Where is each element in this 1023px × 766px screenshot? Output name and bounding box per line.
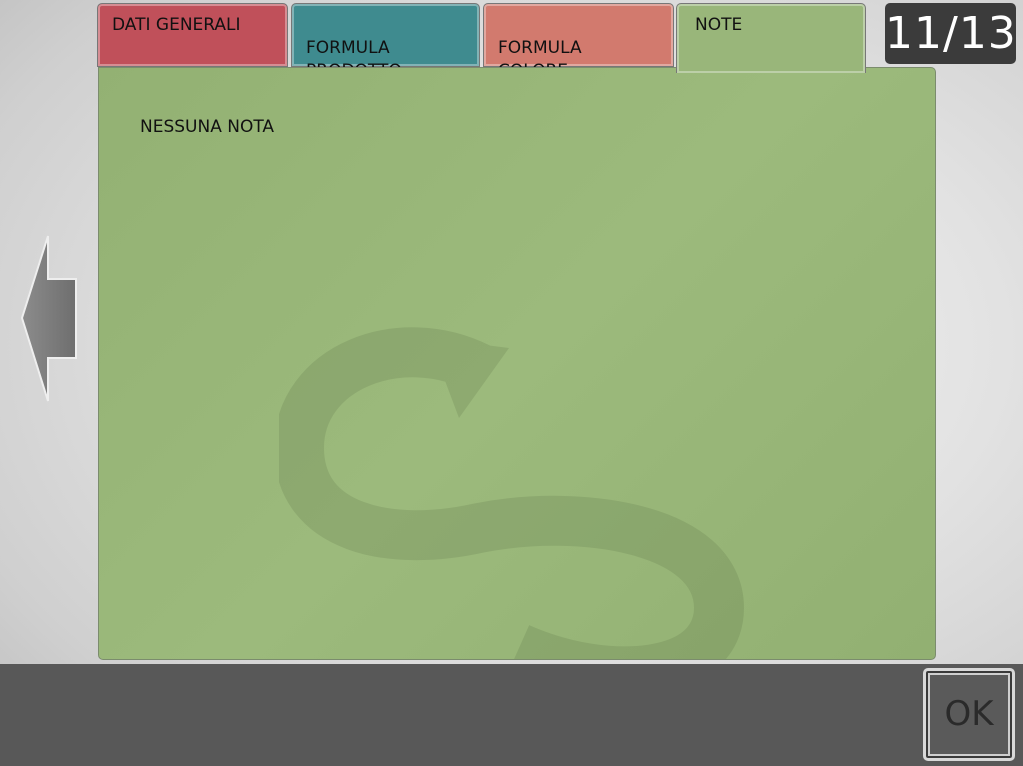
tab-formula-prodotto[interactable]: FORMULA PRODOTTO <box>291 3 480 81</box>
ok-button[interactable]: OK <box>923 668 1015 761</box>
notes-text: NESSUNA NOTA <box>140 117 275 137</box>
tab-dati-generali-label: DATI GENERALI <box>112 15 241 35</box>
left-arrow-icon[interactable] <box>18 234 80 404</box>
footer-bar <box>0 664 1023 766</box>
tab-note[interactable]: NOTE <box>676 3 866 73</box>
tab-formula-colore[interactable]: FORMULA COLORE <box>483 3 674 81</box>
tab-note-label: NOTE <box>695 15 743 35</box>
tab-dati-generali[interactable]: DATI GENERALI <box>97 3 288 67</box>
notes-panel: NESSUNA NOTA <box>98 67 936 660</box>
page-counter: 11/13 <box>885 3 1016 64</box>
logo-watermark-icon <box>279 327 745 659</box>
